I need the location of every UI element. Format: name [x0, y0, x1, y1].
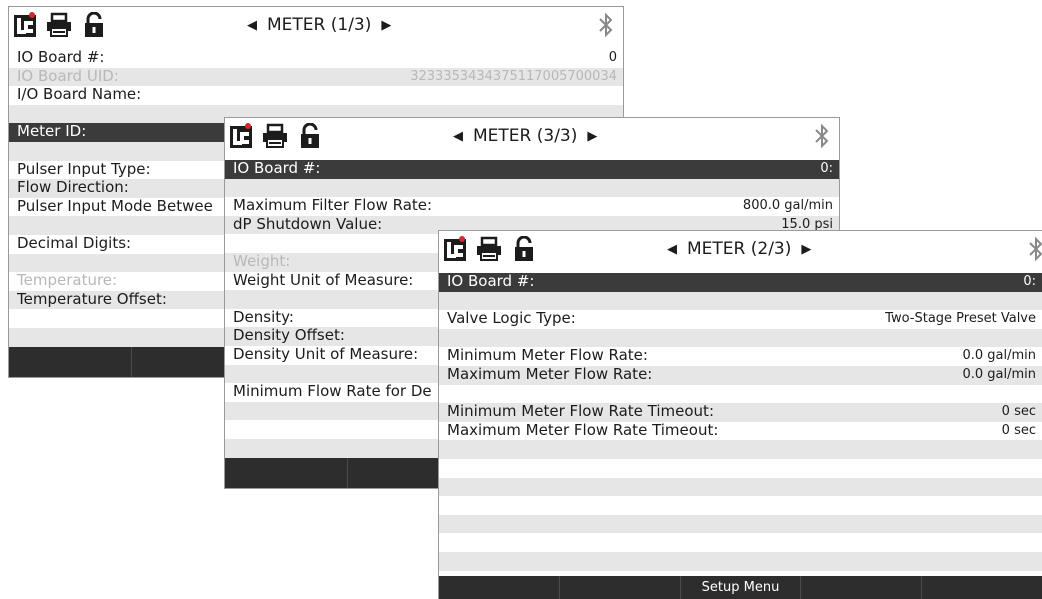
page-nav: ◀ METER (3/3) ▶ — [443, 126, 607, 146]
lc-logo-icon[interactable] — [229, 123, 253, 149]
setting-label: IO Board UID: — [17, 67, 119, 85]
setting-row[interactable]: Maximum Meter Flow Rate Timeout: 0 sec — [439, 422, 1042, 441]
soft-key[interactable] — [801, 576, 923, 599]
setting-value: 3233353434375117005700034 — [410, 68, 617, 84]
bluetooth-icon[interactable] — [597, 11, 615, 39]
left-arrow-icon[interactable]: ◀ — [453, 129, 463, 144]
window-header: ◀ METER (2/3) ▶ — [439, 231, 1042, 269]
setting-label: Density Offset: — [233, 327, 345, 345]
setting-row[interactable] — [439, 291, 1042, 311]
setting-label: Density Unit of Measure: — [233, 346, 419, 363]
window-header: ◀ METER (1/3) ▶ — [9, 7, 623, 45]
bluetooth-icon[interactable] — [1027, 235, 1042, 263]
setting-value: Two-Stage Preset Valve — [885, 311, 1036, 327]
printer-icon[interactable] — [45, 12, 73, 38]
lc-logo-icon[interactable] — [13, 12, 37, 38]
empty-row — [439, 440, 1042, 459]
setting-row[interactable]: Maximum Filter Flow Rate: 800.0 gal/min — [225, 197, 839, 216]
setting-row[interactable]: IO Board #: 0: — [225, 160, 839, 179]
setting-label: Decimal Digits: — [17, 235, 132, 252]
page-title: METER (1/3) — [267, 15, 372, 35]
setting-row[interactable]: I/O Board Name: — [9, 86, 623, 105]
setting-label: Pulser Input Mode Betwee — [17, 197, 213, 215]
setting-label: Temperature Offset: — [17, 290, 167, 308]
unlock-icon[interactable] — [299, 123, 321, 149]
setting-label: Maximum Filter Flow Rate: — [233, 197, 433, 215]
printer-icon[interactable] — [475, 236, 503, 262]
setting-value: 800.0 gal/min — [742, 198, 833, 214]
setting-label: Temperature: — [17, 272, 118, 290]
setting-label: Maximum Meter Flow Rate Timeout: — [447, 421, 719, 439]
setting-row[interactable]: IO Board #: 0 — [9, 49, 623, 68]
soft-key[interactable] — [9, 347, 132, 377]
empty-row — [439, 514, 1042, 534]
empty-row — [439, 477, 1042, 497]
soft-key[interactable] — [439, 576, 560, 599]
soft-key-bar: Setup Menu — [439, 576, 1042, 599]
page-title: METER (2/3) — [687, 239, 792, 259]
setting-value: 0 sec — [1001, 404, 1036, 420]
setting-row[interactable] — [439, 385, 1042, 404]
setup-menu-label: Setup Menu — [701, 580, 780, 595]
soft-key[interactable] — [922, 576, 1042, 599]
setting-value: 0 — [608, 50, 617, 65]
empty-row — [439, 459, 1042, 478]
setting-label: Minimum Meter Flow Rate Timeout: — [447, 403, 714, 421]
setting-label: Valve Logic Type: — [447, 310, 576, 328]
setting-row[interactable] — [439, 328, 1042, 348]
setting-value: 0.0 gal/min — [962, 367, 1036, 382]
unlock-icon[interactable] — [513, 236, 535, 262]
setting-row[interactable]: Minimum Meter Flow Rate Timeout: 0 sec — [439, 403, 1042, 422]
soft-key[interactable] — [560, 576, 681, 599]
setting-label: I/O Board Name: — [17, 86, 142, 104]
setting-label: Density: — [233, 308, 294, 326]
right-arrow-icon[interactable]: ▶ — [381, 18, 391, 33]
meter-window-2: ◀ METER (2/3) ▶ IO Board #: 0: Valve Logic… — [438, 230, 1042, 599]
left-arrow-icon[interactable]: ◀ — [667, 242, 677, 257]
setting-row[interactable]: Maximum Meter Flow Rate: 0.0 gal/min — [439, 366, 1042, 385]
setting-row[interactable]: IO Board UID: 3233353434375117005700034 — [9, 67, 623, 87]
unlock-icon[interactable] — [83, 12, 105, 38]
page-nav: ◀ METER (2/3) ▶ — [657, 239, 821, 259]
empty-row — [439, 533, 1042, 552]
setting-value: 0.0 gal/min — [962, 348, 1036, 364]
setting-label: IO Board #: — [17, 49, 105, 66]
setting-row[interactable] — [225, 178, 839, 198]
right-arrow-icon[interactable]: ▶ — [587, 129, 597, 144]
setting-row[interactable]: Minimum Meter Flow Rate: 0.0 gal/min — [439, 347, 1042, 366]
empty-row — [439, 552, 1042, 571]
right-arrow-icon[interactable]: ▶ — [801, 242, 811, 257]
setting-label: Minimum Flow Rate for De — [233, 383, 432, 401]
setting-label: Minimum Meter Flow Rate: — [447, 347, 648, 365]
setting-value: 0: — [820, 161, 833, 176]
printer-icon[interactable] — [261, 123, 289, 149]
setting-label: Weight Unit of Measure: — [233, 271, 414, 289]
setting-row[interactable]: Valve Logic Type: Two-Stage Preset Valve — [439, 310, 1042, 329]
setting-label: Meter ID: — [17, 123, 87, 141]
setting-label: Flow Direction: — [17, 179, 129, 197]
setup-menu-button[interactable]: Setup Menu — [681, 576, 802, 599]
empty-row — [439, 496, 1042, 515]
setting-label: Maximum Meter Flow Rate: — [447, 366, 653, 383]
setting-row[interactable]: IO Board #: 0: — [439, 273, 1042, 292]
page-nav: ◀ METER (1/3) ▶ — [237, 15, 401, 35]
setting-label: Weight: — [233, 253, 291, 270]
page-title: METER (3/3) — [473, 126, 578, 146]
setting-value: 0: — [1023, 274, 1036, 289]
setting-label: IO Board #: — [447, 273, 535, 290]
bluetooth-icon[interactable] — [813, 122, 831, 150]
setting-value: 0 sec — [1001, 422, 1036, 438]
setting-label: IO Board #: — [233, 160, 321, 177]
lc-logo-icon[interactable] — [443, 236, 467, 262]
soft-key[interactable] — [225, 458, 348, 488]
setting-label: dP Shutdown Value: — [233, 215, 383, 233]
setting-label: Pulser Input Type: — [17, 160, 151, 178]
left-arrow-icon[interactable]: ◀ — [247, 18, 257, 33]
window-header: ◀ METER (3/3) ▶ — [225, 118, 839, 156]
